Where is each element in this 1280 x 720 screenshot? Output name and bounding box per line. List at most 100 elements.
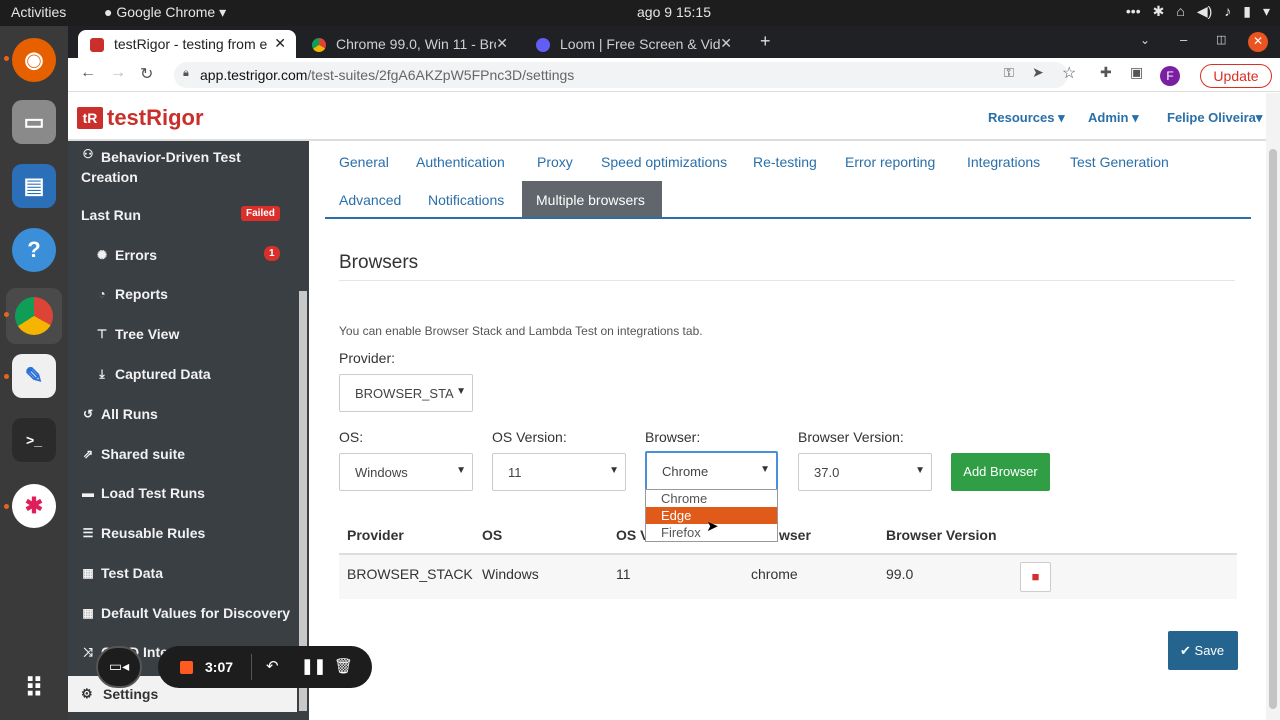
writer-icon[interactable]: ▤: [12, 164, 56, 208]
os-version-label: OS Version:: [492, 429, 567, 445]
label-line1: Behavior-Driven Test: [101, 149, 241, 165]
battery-icon[interactable]: ▮: [1243, 3, 1251, 20]
key-icon[interactable]: ⚿: [1004, 65, 1014, 81]
sidebar-item-shared-suite[interactable]: ⇗ Shared suite: [81, 446, 185, 462]
sidebar-item-default-values[interactable]: ▦ Default Values for Discovery: [81, 605, 290, 621]
help-icon[interactable]: ?: [12, 228, 56, 272]
stop-recording-icon[interactable]: [180, 661, 193, 674]
tab-proxy[interactable]: Proxy: [537, 154, 573, 170]
maximize-icon[interactable]: ◫: [1216, 33, 1226, 46]
sidebar-item-last-run[interactable]: Last Run: [81, 207, 141, 223]
scrollbar-thumb[interactable]: [1269, 149, 1277, 709]
user-menu[interactable]: Felipe Oliveira▾: [1167, 110, 1262, 126]
delete-button[interactable]: ■: [1020, 562, 1051, 592]
sidebar-item-reports[interactable]: ◔ Reports: [95, 286, 168, 302]
pause-icon[interactable]: ❚❚: [301, 657, 326, 675]
mic-icon[interactable]: ♪: [1224, 3, 1231, 20]
sidebar-item-load-test-runs[interactable]: ▬ Load Test Runs: [81, 485, 205, 501]
slack-icon[interactable]: ✱: [12, 484, 56, 528]
sidebar-item-errors[interactable]: ✺ Errors: [95, 247, 157, 263]
window-close-icon[interactable]: ✕: [1248, 32, 1268, 52]
forward-icon[interactable]: →: [110, 64, 126, 82]
cell-os-version: 11: [616, 566, 631, 582]
sidebar-item-reusable-rules[interactable]: ☰ Reusable Rules: [81, 525, 206, 541]
minimize-icon[interactable]: –: [1180, 32, 1187, 47]
table-icon: ▦: [82, 566, 94, 580]
trash-icon[interactable]: 🗑︎: [334, 657, 353, 675]
side-panel-icon[interactable]: ▣: [1130, 64, 1143, 81]
tab-speed-optimizations[interactable]: Speed optimizations: [601, 154, 727, 170]
sidebar-item-label: Settings: [103, 686, 159, 702]
tab-integrations[interactable]: Integrations: [967, 154, 1040, 170]
os-version-select[interactable]: 11 ▼: [492, 453, 626, 491]
browser-version-select[interactable]: 37.0 ▼: [798, 453, 932, 491]
browser-tab-loom[interactable]: Loom | Free Screen & Vide ✕: [524, 30, 742, 58]
loom-favicon: [536, 38, 550, 52]
terminal-icon[interactable]: >_: [12, 418, 56, 462]
show-apps-icon[interactable]: ⠿: [12, 666, 56, 710]
check-icon: ✔: [1180, 643, 1191, 658]
dropdown-option-chrome[interactable]: Chrome: [646, 490, 777, 507]
sidebar-item-test-data[interactable]: ▦ Test Data: [81, 565, 163, 581]
profile-avatar[interactable]: F: [1160, 66, 1180, 86]
browser-select[interactable]: Chrome ▼: [645, 451, 778, 491]
network-icon[interactable]: ⌂: [1176, 3, 1184, 20]
sidebar-item-all-runs[interactable]: ↺ All Runs: [81, 406, 158, 422]
tab-test-generation[interactable]: Test Generation: [1070, 154, 1169, 170]
browser-tab-browserstack[interactable]: Chrome 99.0, Win 11 - Bro ✕: [300, 30, 518, 58]
tab-search-icon[interactable]: ⌄: [1140, 33, 1150, 47]
sidebar-item-captured-data[interactable]: ⤓ Captured Data: [95, 366, 210, 382]
cell-browser-version: 99.0: [886, 566, 914, 582]
text-editor-icon[interactable]: ✎: [12, 354, 56, 398]
provider-select[interactable]: BROWSER_STA ▼: [339, 374, 473, 412]
tab-advanced[interactable]: Advanced: [339, 192, 401, 208]
tab-multiple-browsers[interactable]: Multiple browsers: [522, 181, 662, 218]
os-label: OS:: [339, 429, 364, 445]
close-tab-icon[interactable]: ✕: [720, 35, 732, 52]
extensions-icon[interactable]: ✚: [1100, 64, 1112, 81]
files-icon[interactable]: ▭: [12, 100, 56, 144]
close-tab-icon[interactable]: ✕: [496, 35, 508, 52]
sidebar-scrollbar[interactable]: [297, 141, 309, 720]
undo-icon[interactable]: ↶: [266, 657, 279, 675]
back-icon[interactable]: ←: [80, 64, 96, 82]
app-header: tR testRigor Resources ▾ Admin ▾ Felipe …: [68, 93, 1280, 141]
save-button[interactable]: ✔ Save: [1168, 631, 1238, 670]
os-select[interactable]: Windows ▼: [339, 453, 473, 491]
chrome-icon[interactable]: [6, 288, 62, 344]
reload-icon[interactable]: ↻: [140, 64, 153, 84]
firefox-icon[interactable]: ◉: [12, 38, 56, 82]
add-browser-button[interactable]: Add Browser: [951, 453, 1050, 491]
slack-tray-icon[interactable]: ✱: [1153, 3, 1165, 20]
resources-menu[interactable]: Resources ▾: [988, 110, 1065, 126]
update-button[interactable]: Update: [1200, 64, 1272, 88]
admin-menu[interactable]: Admin ▾: [1088, 110, 1139, 126]
new-tab-icon[interactable]: +: [760, 31, 771, 52]
system-tray[interactable]: ••• ✱ ⌂ ◀) ♪ ▮ ▾: [1126, 3, 1270, 20]
page-scrollbar[interactable]: [1266, 93, 1280, 720]
chevron-down-icon: ▼: [456, 386, 466, 397]
testrigor-logo[interactable]: tR testRigor: [77, 105, 204, 131]
logo-mark: tR: [77, 107, 103, 129]
browser-tab-testrigor[interactable]: testRigor - testing from e ✕: [78, 30, 296, 58]
sidebar-item-tree-view[interactable]: ⊤ Tree View: [95, 326, 180, 342]
tab-general[interactable]: General: [339, 154, 389, 170]
clock[interactable]: ago 9 15:15: [0, 4, 1280, 20]
sidebar-item-label: Last Run: [81, 207, 141, 223]
volume-icon[interactable]: ◀): [1197, 3, 1212, 20]
more-icon[interactable]: •••: [1126, 3, 1141, 20]
sidebar: ⚇ Behavior-Driven Test Creation Last Run …: [68, 141, 297, 720]
tab-notifications[interactable]: Notifications: [428, 192, 504, 208]
th-os: OS: [482, 527, 503, 543]
tab-error-reporting[interactable]: Error reporting: [845, 154, 935, 170]
bookmark-star-icon[interactable]: ☆: [1062, 63, 1076, 83]
tab-authentication[interactable]: Authentication: [416, 154, 505, 170]
lock-icon[interactable]: 🔒︎: [183, 67, 189, 80]
url-field[interactable]: 🔒︎ app.testrigor.com/test-suites/2fgA6AK…: [174, 62, 1068, 88]
close-tab-icon[interactable]: ✕: [274, 35, 286, 52]
sidebar-item-bdd[interactable]: ⚇ Behavior-Driven Test Creation: [81, 147, 241, 187]
power-icon[interactable]: ▾: [1263, 3, 1270, 20]
tab-retesting[interactable]: Re-testing: [753, 154, 817, 170]
camera-toggle[interactable]: ▭◂: [96, 646, 142, 688]
send-icon[interactable]: ➤: [1032, 64, 1044, 81]
